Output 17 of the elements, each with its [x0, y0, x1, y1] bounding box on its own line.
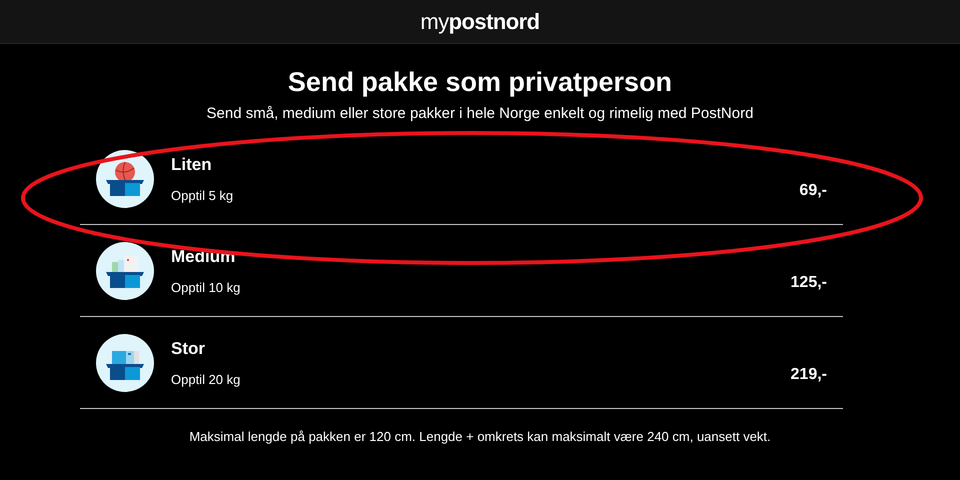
- package-weight: Opptil 10 kg: [171, 278, 240, 297]
- package-price: 125,-: [790, 272, 827, 292]
- package-option[interactable]: Liten Opptil 5 kg 69,-: [80, 133, 843, 225]
- package-box-icon: [96, 150, 154, 208]
- page-title: Send pakke som privatperson: [286, 66, 674, 99]
- subtitle: Send små, medium eller store pakker i hele Norge enkelt og rimelig med PostNord: [206, 104, 754, 124]
- package-box-icon: [96, 334, 154, 392]
- package-name: Liten: [171, 154, 213, 176]
- package-price: 219,-: [790, 364, 827, 384]
- package-box-icon: [96, 242, 154, 300]
- package-name: Stor: [171, 338, 206, 360]
- package-option[interactable]: Stor Opptil 20 kg 219,-: [80, 317, 843, 409]
- package-weight: Opptil 20 kg: [171, 370, 240, 389]
- size-note: Maksimal lengde på pakken er 120 cm. Lengde + omkrets kan maksimalt være 240 cm, uansett vekt.: [188, 428, 772, 446]
- package-price: 69,-: [799, 180, 827, 200]
- logo[interactable]: mypostnord: [420, 5, 540, 38]
- package-weight: Opptil 5 kg: [171, 186, 234, 205]
